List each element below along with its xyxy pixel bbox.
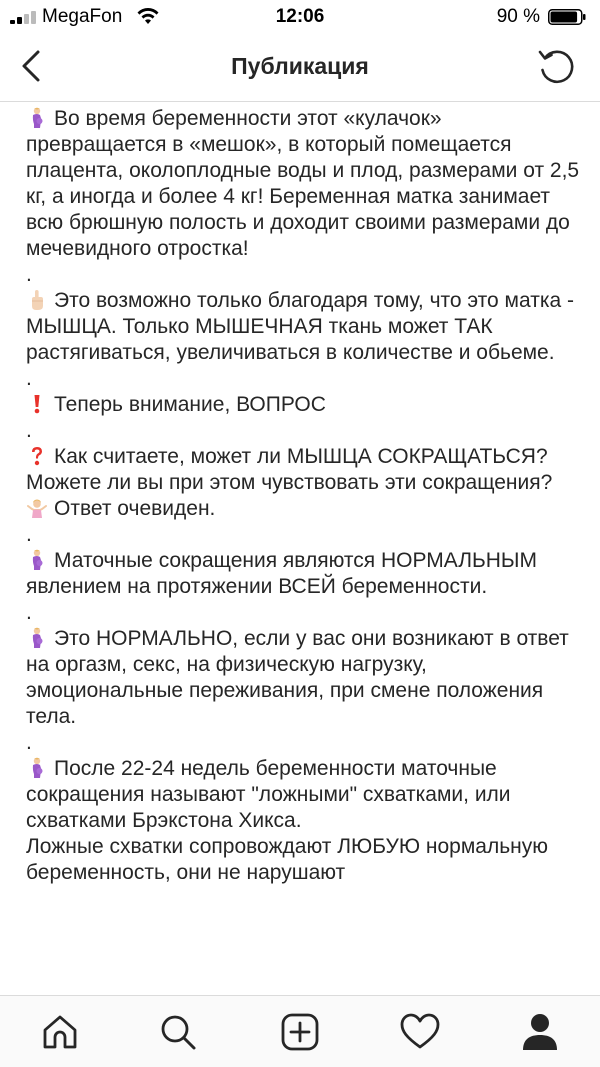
caption-text: Ложные схватки сопровождают ЛЮБУЮ нормал… (26, 835, 549, 884)
caption-paragraph: Это НОРМАЛЬНО, если у вас они возникают … (26, 626, 582, 730)
caption-paragraph: Ложные схватки сопровождают ЛЮБУЮ нормал… (26, 834, 582, 886)
page-title: Публикация (231, 53, 369, 79)
pregnant-woman-icon (26, 757, 48, 779)
caption-separator: . (26, 730, 582, 756)
profile-icon[interactable] (518, 1010, 562, 1054)
caption-paragraph: Во время беременности этот «кулачок» пре… (26, 106, 582, 262)
caption-separator: . (26, 522, 582, 548)
refresh-icon[interactable] (536, 46, 578, 88)
caption-paragraph: Это возможно только благодаря тому, что … (26, 288, 582, 366)
status-bar: MegaFon 12:06 90 % (0, 0, 600, 34)
post-body: Во время беременности этот «кулачок» пре… (0, 102, 600, 886)
caption-text: Маточные сокращения являются НОРМАЛЬНЫМ … (26, 549, 537, 598)
activity-heart-icon[interactable] (398, 1010, 442, 1054)
pregnant-woman-icon (26, 549, 48, 571)
caption-paragraph: Маточные сокращения являются НОРМАЛЬНЫМ … (26, 548, 582, 600)
caption-text: . (26, 367, 32, 390)
question-icon (26, 445, 48, 467)
caption-text: Это возможно только благодаря тому, что … (26, 289, 574, 364)
exclamation-icon (26, 393, 48, 415)
battery-icon (548, 9, 586, 25)
caption-text: . (26, 523, 32, 546)
caption-text: Во время беременности этот «кулачок» пре… (26, 107, 580, 260)
caption-text: . (26, 731, 32, 754)
caption-text: После 22-24 недель беременности маточные… (26, 757, 511, 832)
caption-separator: . (26, 262, 582, 288)
battery-percent: 90 % (496, 6, 540, 27)
caption-text: Это НОРМАЛЬНО, если у вас они возникают … (26, 627, 569, 728)
caption-paragraph: Ответ очевиден. (26, 496, 582, 522)
caption-separator: . (26, 366, 582, 392)
caption-separator: . (26, 418, 582, 444)
caption-text: Как считаете, может ли МЫШЦА СОКРАЩАТЬСЯ… (26, 445, 553, 494)
caption-text: Теперь внимание, ВОПРОС (54, 393, 326, 416)
new-post-icon[interactable] (278, 1010, 322, 1054)
post-caption: Во время беременности этот «кулачок» пре… (0, 102, 600, 995)
pregnant-woman-icon (26, 107, 48, 129)
caption-text: . (26, 263, 32, 286)
search-icon[interactable] (156, 1010, 200, 1054)
caption-paragraph: После 22-24 недель беременности маточные… (26, 756, 582, 834)
pregnant-woman-icon (26, 627, 48, 649)
caption-separator: . (26, 600, 582, 626)
pointing-up-icon (26, 289, 48, 311)
caption-text: . (26, 419, 32, 442)
tab-bar (0, 995, 600, 1067)
caption-text: Ответ очевиден. (54, 497, 216, 520)
home-icon[interactable] (38, 1010, 82, 1054)
caption-paragraph: Как считаете, может ли МЫШЦА СОКРАЩАТЬСЯ… (26, 444, 582, 496)
nav-bar: Публикация (0, 34, 600, 100)
caption-paragraph: Теперь внимание, ВОПРОС (26, 392, 582, 418)
caption-text: . (26, 601, 32, 624)
shrug-woman-icon (26, 497, 48, 519)
